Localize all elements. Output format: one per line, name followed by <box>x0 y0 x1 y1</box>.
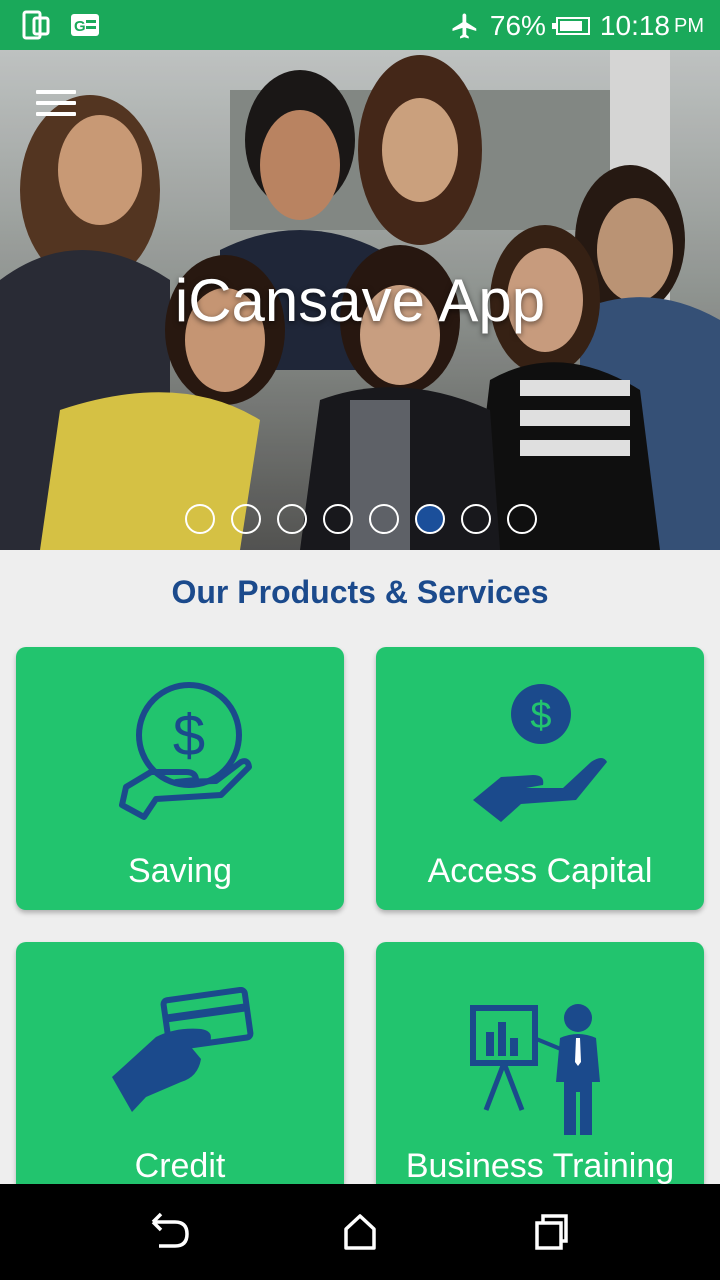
recent-apps-icon[interactable] <box>526 1212 576 1252</box>
carousel-dot[interactable] <box>277 504 307 534</box>
business-training-label: Business Training <box>405 1147 675 1185</box>
back-icon[interactable] <box>145 1212 195 1252</box>
carousel-dot[interactable] <box>231 504 261 534</box>
clock-time: 10:18 <box>599 10 670 41</box>
credit-label: Credit <box>134 1147 226 1185</box>
hero-carousel[interactable]: iCansave App <box>0 50 720 550</box>
access-capital-card[interactable]: $ Access Capital <box>376 647 704 910</box>
access-capital-label: Access Capital <box>427 852 653 890</box>
battery-icon <box>551 17 590 35</box>
navigation-bar <box>0 1184 720 1280</box>
saving-card[interactable]: $ Saving <box>16 647 344 910</box>
carousel-dot[interactable] <box>185 504 215 534</box>
carousel-dot[interactable] <box>461 504 491 534</box>
hand-receiving-coin-icon: $ <box>473 684 607 822</box>
sim-card-icon: G <box>71 14 99 36</box>
svg-text:$: $ <box>530 695 551 737</box>
carousel-dot[interactable] <box>369 504 399 534</box>
carousel-indicators <box>0 504 720 534</box>
home-icon[interactable] <box>335 1212 385 1252</box>
credit-card[interactable]: Credit <box>16 942 344 1205</box>
presentation-icon <box>470 1004 600 1135</box>
carousel-dot[interactable] <box>323 504 353 534</box>
svg-text:G: G <box>74 18 86 35</box>
airplane-mode-icon <box>452 13 477 39</box>
carousel-dot[interactable] <box>507 504 537 534</box>
carousel-dot[interactable] <box>415 504 445 534</box>
business-training-card[interactable]: Business Training <box>376 942 704 1205</box>
status-bar: G 76% 10:18 PM <box>0 0 720 50</box>
clock-ampm: PM <box>674 14 704 37</box>
hand-coin-icon: $ <box>119 682 252 820</box>
svg-text:$: $ <box>173 703 205 768</box>
hand-card-icon <box>112 987 254 1112</box>
hero-title: iCansave App <box>174 267 546 334</box>
section-heading: Our Products & Services <box>171 574 549 610</box>
phone-icon <box>22 10 50 40</box>
saving-label: Saving <box>128 852 232 890</box>
menu-icon[interactable] <box>36 90 76 120</box>
battery-percent: 76% <box>489 10 546 41</box>
